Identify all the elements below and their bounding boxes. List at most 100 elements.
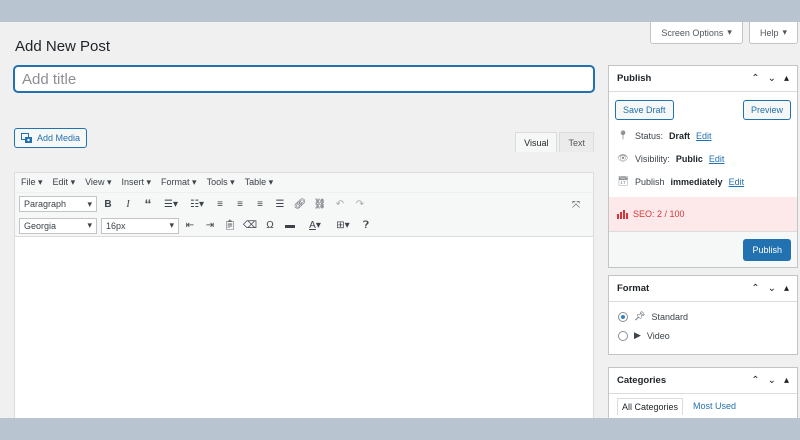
numbered-list-button[interactable]: ☷▾	[185, 195, 209, 213]
post-title-input[interactable]	[14, 66, 594, 92]
clear-formatting-button[interactable]: ⌫	[241, 217, 259, 235]
indent-button[interactable]: ⇥	[201, 217, 219, 235]
publish-footer: Publish	[609, 231, 797, 267]
box-controls: ⌃ ⌄ ▴	[751, 283, 789, 294]
chevron-down-icon[interactable]: ⌄	[768, 283, 776, 294]
menu-table[interactable]: Table ▾	[245, 177, 274, 188]
preview-button[interactable]: Preview	[742, 100, 791, 120]
chevron-up-icon[interactable]: ⌃	[751, 375, 759, 386]
categories-box: Categories ⌃ ⌄ ▴ All Categories Most Use…	[608, 367, 798, 418]
pushpin-icon: 📌︎	[634, 311, 646, 321]
screen-options-button[interactable]: Screen Options ▾	[650, 22, 743, 44]
horizontal-line-icon: ▬	[285, 220, 295, 231]
status-row: 📍︎ Status: Draft Edit	[617, 130, 712, 141]
edit-visibility-link[interactable]: Edit	[709, 154, 725, 164]
bullet-list-icon: ☰▾	[164, 198, 178, 210]
outdent-button[interactable]: ⇤	[181, 217, 199, 235]
visibility-value: Public	[675, 153, 703, 164]
chevron-down-icon[interactable]: ⌄	[768, 73, 776, 84]
align-justify-icon: ☰	[275, 198, 285, 210]
align-left-button[interactable]: ≡	[211, 195, 229, 213]
redo-icon: ↷	[355, 198, 365, 210]
insert-link-button[interactable]: 🔗︎	[291, 195, 309, 213]
tab-all-categories[interactable]: All Categories	[617, 398, 684, 415]
seo-score-text: SEO: 2 / 100	[633, 209, 685, 219]
editor-toolbar-row-2: Georgia ▾ 16px ▾ ⇤ ⇥ 📋︎ ⌫ Ω ▬ A ▾ ⊞▾ ❓︎	[15, 215, 593, 237]
fullscreen-icon: ⤧	[572, 199, 580, 211]
save-draft-button[interactable]: Save Draft	[615, 100, 674, 120]
standard-radio[interactable]	[618, 311, 628, 322]
add-media-label: Add Media	[37, 133, 81, 143]
align-center-icon: ≡	[237, 198, 243, 210]
format-box: Format ⌃ ⌄ ▴ 📌︎ Standard ▶︎ Video	[608, 275, 798, 355]
horizontal-line-button[interactable]: ▬	[281, 217, 299, 235]
bold-button[interactable]: B	[99, 195, 117, 213]
tab-visual[interactable]: Visual	[515, 132, 558, 152]
screen-meta-links: Screen Options ▾ Help ▾	[650, 22, 798, 44]
menu-view[interactable]: View ▾	[85, 177, 111, 188]
menu-tools[interactable]: Tools ▾	[207, 177, 235, 188]
redo-button[interactable]: ↷	[351, 195, 369, 213]
editor-menubar: File ▾ Edit ▾ View ▾ Insert ▾ Format ▾ T…	[15, 173, 593, 193]
menu-insert[interactable]: Insert ▾	[121, 177, 151, 188]
calendar-icon: 📅︎	[617, 176, 629, 186]
justify-button[interactable]: ☰	[271, 195, 289, 213]
format-box-header: Format ⌃ ⌄ ▴	[609, 276, 797, 302]
blockquote-button[interactable]: “	[139, 195, 157, 213]
menu-format[interactable]: Format ▾	[161, 177, 197, 188]
outdent-icon: ⇤	[185, 220, 195, 231]
box-controls: ⌃ ⌄ ▴	[751, 73, 789, 84]
tab-text[interactable]: Text	[559, 132, 594, 152]
undo-button[interactable]: ↶	[331, 195, 349, 213]
wp-admin-screen: Screen Options ▾ Help ▾ Add New Post Add…	[0, 22, 800, 418]
help-button[interactable]: Help ▾	[748, 22, 798, 44]
align-center-button[interactable]: ≡	[231, 195, 249, 213]
bullet-list-button[interactable]: ☰▾	[159, 195, 183, 213]
numbered-list-icon: ☷▾	[190, 198, 204, 210]
classic-editor: File ▾ Edit ▾ View ▾ Insert ▾ Format ▾ T…	[14, 172, 594, 418]
schedule-row: 📅︎ Publish immediately Edit	[617, 176, 745, 187]
text-color-button[interactable]: A ▾	[301, 217, 329, 235]
publish-box-header: Publish ⌃ ⌄ ▴	[609, 66, 797, 92]
fullscreen-button[interactable]: ⤧	[567, 196, 585, 214]
caret-down-icon: ▾	[727, 27, 732, 37]
special-character-button[interactable]: Ω	[261, 217, 279, 235]
chevron-down-icon[interactable]: ⌄	[768, 375, 776, 386]
add-media-button[interactable]: Add Media	[14, 128, 88, 148]
chevron-up-icon[interactable]: ⌃	[751, 73, 759, 84]
undo-icon: ↶	[335, 198, 345, 210]
chevron-up-icon[interactable]: ⌃	[751, 283, 759, 294]
tab-most-used[interactable]: Most Used	[689, 398, 741, 415]
page-title: Add New Post	[15, 38, 111, 55]
video-icon: ▶︎	[634, 330, 641, 340]
video-radio[interactable]	[618, 330, 628, 341]
seo-score-row[interactable]: SEO: 2 / 100	[609, 197, 797, 231]
edit-schedule-link[interactable]: Edit	[729, 177, 745, 187]
edit-status-link[interactable]: Edit	[696, 131, 712, 141]
align-right-button[interactable]: ≡	[251, 195, 269, 213]
categories-box-header: Categories ⌃ ⌄ ▴	[609, 368, 797, 394]
menu-file[interactable]: File ▾	[21, 177, 43, 188]
paste-text-button[interactable]: 📋︎	[221, 217, 239, 235]
publish-actions: Save Draft Preview	[609, 92, 797, 124]
table-button[interactable]: ⊞▾	[331, 217, 355, 235]
block-format-select[interactable]: Paragraph ▾	[19, 196, 97, 212]
format-option-video[interactable]: ▶︎ Video	[609, 326, 797, 345]
eraser-icon: ⌫	[242, 220, 258, 231]
format-option-standard[interactable]: 📌︎ Standard	[609, 307, 797, 326]
publish-button[interactable]: Publish	[743, 238, 791, 261]
visibility-row: 👁︎ Visibility: Public Edit	[617, 153, 725, 164]
font-family-select[interactable]: Georgia ▾	[19, 217, 97, 234]
editor-content-area[interactable]	[15, 237, 593, 418]
font-size-select[interactable]: 16px ▾	[101, 217, 179, 234]
publish-box: Publish ⌃ ⌄ ▴ Save Draft Preview 📍︎ Stat…	[608, 65, 798, 268]
italic-button[interactable]: I	[119, 195, 137, 213]
caret-up-icon[interactable]: ▴	[784, 73, 789, 84]
pin-icon: 📍︎	[617, 130, 629, 140]
keyboard-shortcuts-button[interactable]: ❓︎	[357, 217, 375, 235]
caret-down-icon: ▾	[782, 27, 787, 37]
caret-up-icon[interactable]: ▴	[784, 283, 789, 294]
caret-up-icon[interactable]: ▴	[784, 375, 789, 386]
menu-edit[interactable]: Edit ▾	[53, 177, 76, 188]
remove-link-button[interactable]: ⛓︎	[311, 195, 329, 213]
